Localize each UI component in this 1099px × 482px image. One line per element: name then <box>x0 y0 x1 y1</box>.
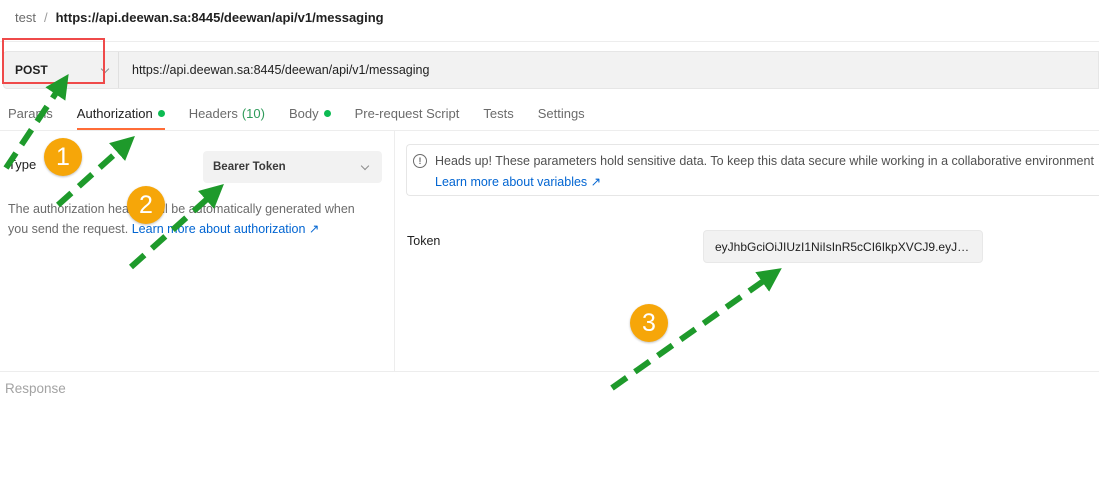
tab-body[interactable]: Body <box>289 98 331 130</box>
tab-settings[interactable]: Settings <box>538 98 585 130</box>
breadcrumb-separator: / <box>43 9 48 25</box>
request-tabs: Params Authorization Headers (10) Body P… <box>8 98 609 130</box>
breadcrumb-collection[interactable]: test <box>15 10 36 25</box>
sensitive-data-alert: ! Heads up! These parameters hold sensit… <box>406 144 1099 196</box>
tab-label: Body <box>288 106 319 121</box>
tab-count-badge: (10) <box>241 106 265 121</box>
chevron-down-icon <box>360 161 370 170</box>
request-url-bar: POST https://api.deewan.sa:8445/deewan/a… <box>3 51 1099 89</box>
tab-tests[interactable]: Tests <box>483 98 513 130</box>
auth-type-select[interactable]: Bearer Token <box>203 151 382 183</box>
tab-label: Params <box>8 106 53 121</box>
header-divider <box>0 41 1099 42</box>
info-icon: ! <box>413 154 427 168</box>
token-input[interactable]: eyJhbGciOiJIUzI1NiIsInR5cCI6IkpXVCJ9.eyJ… <box>703 230 983 263</box>
step-badge-2: 2 <box>127 186 165 224</box>
token-label: Token <box>407 234 441 248</box>
tab-label: Tests <box>483 106 514 121</box>
tab-authorization[interactable]: Authorization <box>76 98 165 130</box>
tab-headers[interactable]: Headers (10) <box>189 98 265 130</box>
tab-label: Authorization <box>76 106 153 121</box>
auth-help-text: The authorization header will be automat… <box>8 199 378 239</box>
panel-divider <box>394 131 395 371</box>
method-highlight-box <box>2 38 105 84</box>
url-input[interactable]: https://api.deewan.sa:8445/deewan/api/v1… <box>119 52 429 88</box>
response-label: Response <box>5 381 66 396</box>
learn-more-authorization-link[interactable]: Learn more about authorization ↗ <box>132 222 320 236</box>
learn-more-variables-link[interactable]: Learn more about variables ↗ <box>435 174 601 189</box>
auth-type-value: Bearer Token <box>213 161 286 173</box>
status-dot-icon <box>157 110 165 117</box>
alert-message: Heads up! These parameters hold sensitiv… <box>435 154 1094 168</box>
auth-type-label: Type <box>8 157 37 172</box>
tab-label: Headers <box>188 106 238 121</box>
step-badge-3: 3 <box>630 304 668 342</box>
breadcrumb-request-name[interactable]: https://api.deewan.sa:8445/deewan/api/v1… <box>56 10 384 25</box>
token-value: eyJhbGciOiJIUzI1NiIsInR5cCI6IkpXVCJ9.eyJ… <box>715 239 971 254</box>
tab-pre-request-script[interactable]: Pre-request Script <box>355 98 460 130</box>
tab-label: Settings <box>537 106 585 121</box>
response-divider <box>0 371 1099 372</box>
status-dot-icon <box>323 110 331 117</box>
tab-params[interactable]: Params <box>8 98 53 130</box>
breadcrumb: test / https://api.deewan.sa:8445/deewan… <box>15 9 384 25</box>
tab-label: Pre-request Script <box>354 106 460 121</box>
step-badge-1: 1 <box>44 138 82 176</box>
